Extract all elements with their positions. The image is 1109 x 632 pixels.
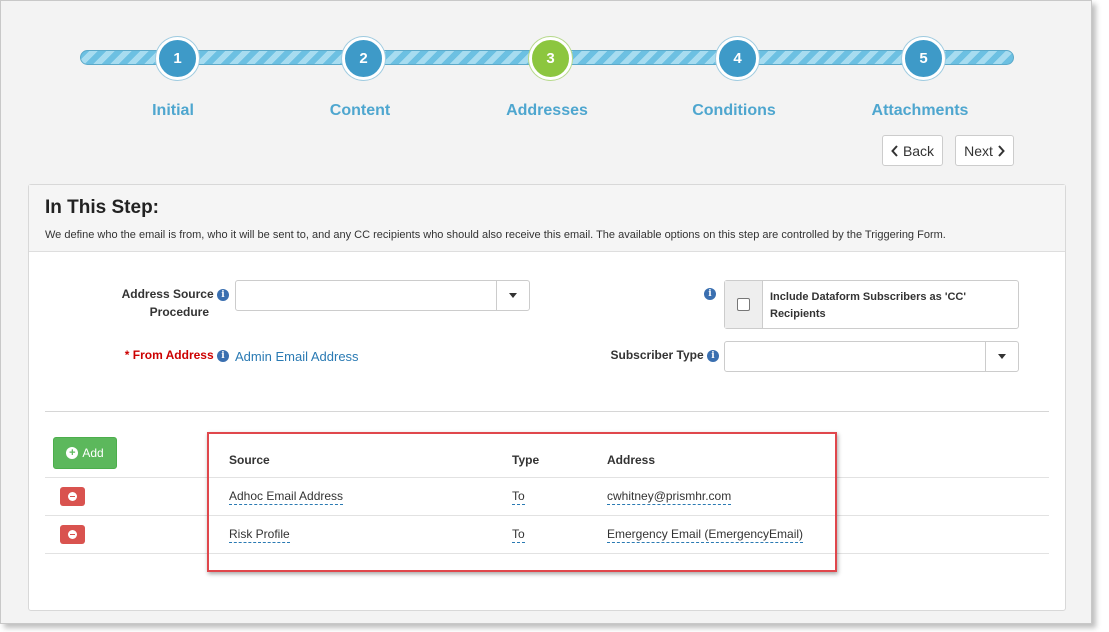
wizard-step-2[interactable]: 2 xyxy=(342,37,385,80)
subscriber-type-label-text: Subscriber Type xyxy=(610,348,704,362)
next-button[interactable]: Next xyxy=(955,135,1014,166)
wizard-step-1[interactable]: 1 xyxy=(156,37,199,80)
required-asterisk: * xyxy=(124,348,130,362)
caret-down-icon xyxy=(998,354,1006,359)
panel-title: In This Step: xyxy=(45,197,159,218)
delete-row-button[interactable] xyxy=(60,525,85,544)
address-source-label-line2: Procedure xyxy=(149,305,209,319)
info-icon[interactable]: i xyxy=(217,288,229,301)
column-header-source: Source xyxy=(229,453,270,467)
wizard-step-label-attachments[interactable]: Attachments xyxy=(850,102,990,120)
include-subscribers-label: Include Dataform Subscribers as 'CC' Rec… xyxy=(770,291,966,320)
row-type[interactable]: To xyxy=(512,489,525,505)
wizard-step-number: 2 xyxy=(359,50,368,67)
info-icon[interactable]: i xyxy=(217,349,229,362)
back-button[interactable]: Back xyxy=(882,135,943,166)
column-header-type: Type xyxy=(512,453,540,467)
row-address[interactable]: cwhitney@prismhr.com xyxy=(607,489,732,505)
wizard-step-number: 3 xyxy=(546,50,555,67)
section-divider xyxy=(45,411,1049,412)
panel-header: In This Step: We define who the email is… xyxy=(29,185,1065,252)
subscriber-type-label: Subscriber Type i xyxy=(569,346,719,364)
subscriber-type-dropdown-toggle[interactable] xyxy=(985,342,1018,371)
row-address[interactable]: Emergency Email (EmergencyEmail) xyxy=(607,527,804,543)
from-address-label-text: From Address xyxy=(132,348,214,362)
delete-row-button[interactable] xyxy=(60,487,85,506)
window-frame: 1 2 3 4 5 Initial Content Addresses Cond… xyxy=(0,0,1092,624)
row-source[interactable]: Risk Profile xyxy=(229,527,290,543)
row-type[interactable]: To xyxy=(512,527,525,543)
wizard-step-5[interactable]: 5 xyxy=(902,37,945,80)
wizard-step-label-content[interactable]: Content xyxy=(290,102,430,120)
address-source-dropdown-toggle[interactable] xyxy=(496,281,529,310)
wizard-step-number: 1 xyxy=(173,50,182,67)
plus-icon: + xyxy=(66,447,79,459)
caret-down-icon xyxy=(509,293,517,298)
include-subscribers-cc-box: Include Dataform Subscribers as 'CC' Rec… xyxy=(724,280,1019,329)
wizard-step-4[interactable]: 4 xyxy=(716,37,759,80)
step-panel: In This Step: We define who the email is… xyxy=(28,184,1066,611)
chevron-right-icon xyxy=(998,144,1005,157)
back-button-label: Back xyxy=(902,142,935,159)
minus-icon xyxy=(68,492,77,501)
address-source-label-line1: Address Source xyxy=(121,287,214,301)
wizard-step-3[interactable]: 3 xyxy=(529,37,572,80)
include-subscribers-checkbox[interactable] xyxy=(737,298,750,311)
wizard-step-number: 4 xyxy=(733,50,742,67)
subscriber-type-select[interactable] xyxy=(724,341,1019,372)
next-button-label: Next xyxy=(964,142,993,159)
from-address-link[interactable]: Admin Email Address xyxy=(235,349,359,364)
wizard-step-label-addresses[interactable]: Addresses xyxy=(477,102,617,120)
row-source[interactable]: Adhoc Email Address xyxy=(229,489,344,505)
add-button-label: Add xyxy=(82,446,104,460)
info-icon[interactable]: i xyxy=(704,288,716,300)
row-divider xyxy=(45,553,1049,554)
from-address-label: * From Address i xyxy=(89,346,229,364)
info-icon[interactable]: i xyxy=(707,349,719,362)
minus-icon xyxy=(68,530,77,539)
chevron-left-icon xyxy=(891,144,898,157)
row-divider xyxy=(45,515,1049,516)
table-header-divider xyxy=(45,477,1049,478)
panel-description: We define who the email is from, who it … xyxy=(45,229,946,241)
wizard-step-number: 5 xyxy=(919,50,928,67)
include-subscribers-checkbox-cell[interactable] xyxy=(725,281,763,328)
address-source-label: Address Source i Procedure xyxy=(89,285,229,321)
wizard-step-label-initial[interactable]: Initial xyxy=(103,102,243,120)
wizard-step-label-conditions[interactable]: Conditions xyxy=(664,102,804,120)
add-recipient-button[interactable]: + Add xyxy=(53,437,117,469)
column-header-address: Address xyxy=(607,453,656,467)
address-source-select[interactable] xyxy=(235,280,530,311)
